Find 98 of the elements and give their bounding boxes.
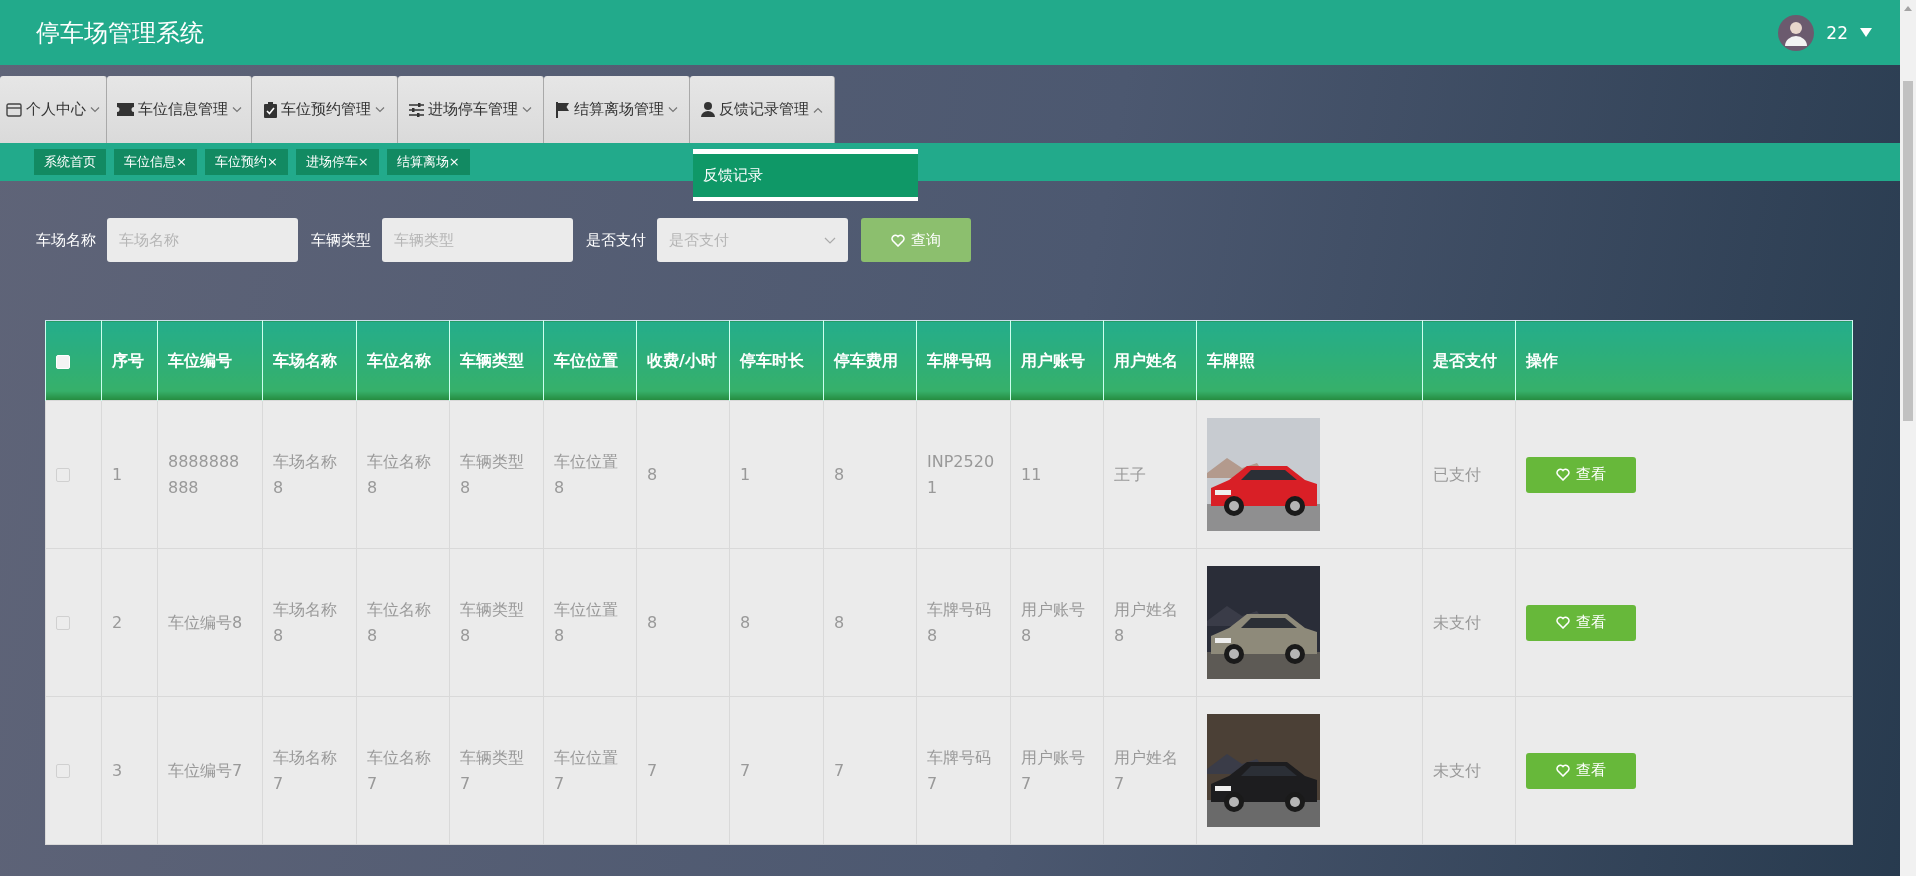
table-cell: 3 bbox=[112, 760, 123, 780]
view-button[interactable]: 查看 bbox=[1526, 604, 1636, 641]
table-cell: 车牌号码7 bbox=[927, 747, 991, 793]
column-header: 车位名称 bbox=[367, 351, 431, 370]
table-cell: 王子 bbox=[1114, 464, 1146, 484]
checkbox[interactable] bbox=[56, 468, 70, 482]
user-name[interactable]: 22 bbox=[1826, 22, 1848, 43]
checkbox[interactable] bbox=[56, 616, 70, 630]
view-button[interactable]: 查看 bbox=[1526, 752, 1636, 789]
table-cell: 车位名称8 bbox=[367, 451, 431, 497]
column-header: 是否支付 bbox=[1433, 351, 1497, 370]
table-cell: 用户姓名8 bbox=[1114, 599, 1178, 645]
chevron-icon bbox=[824, 236, 836, 244]
column-header: 车位编号 bbox=[168, 351, 232, 370]
field-label: 车辆类型 bbox=[311, 230, 371, 250]
table-cell: 已支付 bbox=[1433, 464, 1481, 484]
column-header: 操作 bbox=[1526, 351, 1558, 370]
table-cell: INP25201 bbox=[927, 451, 995, 497]
table-cell: 车牌号码8 bbox=[927, 599, 991, 645]
column-header: 用户账号 bbox=[1021, 351, 1085, 370]
flag-icon bbox=[555, 101, 570, 118]
table-cell: 未支付 bbox=[1433, 612, 1481, 632]
column-header: 车辆类型 bbox=[460, 351, 524, 370]
table-cell: 用户账号8 bbox=[1021, 599, 1085, 645]
menu-tab[interactable]: 结算离场管理 bbox=[544, 76, 690, 143]
page-tag[interactable]: 结算离场× bbox=[386, 149, 470, 175]
table-cell: 7 bbox=[834, 760, 845, 780]
avatar-icon[interactable] bbox=[1778, 14, 1815, 51]
chevron-icon bbox=[375, 106, 385, 113]
table-cell: 8 bbox=[834, 464, 845, 484]
clipboard-check-icon bbox=[264, 101, 277, 118]
table-cell: 未支付 bbox=[1433, 760, 1481, 780]
column-header: 收费/小时 bbox=[647, 351, 717, 370]
table-cell: 车位位置7 bbox=[554, 747, 618, 793]
table-cell: 车位名称7 bbox=[367, 747, 431, 793]
table-cell: 车位名称8 bbox=[367, 599, 431, 645]
chevron-icon bbox=[813, 106, 823, 113]
table-cell: 1 bbox=[740, 464, 751, 484]
page-tag[interactable]: 系统首页 bbox=[34, 149, 106, 175]
table-cell: 车辆类型8 bbox=[460, 451, 524, 497]
table-cell: 2 bbox=[112, 612, 123, 632]
table-cell: 7 bbox=[647, 760, 658, 780]
table-cell: 车场名称8 bbox=[273, 451, 337, 497]
caret-icon[interactable] bbox=[1860, 28, 1872, 37]
view-button[interactable]: 查看 bbox=[1526, 456, 1636, 493]
ticket-icon bbox=[116, 103, 134, 116]
table-cell: 车场名称8 bbox=[273, 599, 337, 645]
table-cell: 车位编号8 bbox=[168, 612, 243, 632]
table-cell: 用户账号7 bbox=[1021, 747, 1085, 793]
table-cell: 车辆类型7 bbox=[460, 747, 524, 793]
heart-icon bbox=[1556, 468, 1570, 481]
menu-tab[interactable]: 车位信息管理 bbox=[107, 76, 252, 143]
menu-tab[interactable]: 反馈记录管理 bbox=[690, 76, 835, 143]
table-cell: 车位位置8 bbox=[554, 451, 618, 497]
table-cell: 8 bbox=[647, 464, 658, 484]
table-cell: 8888888888 bbox=[168, 451, 240, 497]
menu-tab[interactable]: 进场停车管理 bbox=[398, 76, 544, 143]
scrollbar-thumb[interactable] bbox=[1903, 81, 1913, 421]
dropdown-item[interactable]: 反馈记录 bbox=[693, 154, 918, 197]
checkbox[interactable] bbox=[56, 764, 70, 778]
chevron-icon bbox=[231, 106, 242, 113]
sliders-icon bbox=[409, 102, 424, 117]
menu-tab[interactable]: 车位预约管理 bbox=[252, 76, 398, 143]
table-cell: 车位位置8 bbox=[554, 599, 618, 645]
chevron-icon bbox=[667, 106, 678, 113]
heart-icon bbox=[1556, 764, 1570, 777]
column-header: 车场名称 bbox=[273, 351, 337, 370]
column-header: 停车时长 bbox=[740, 351, 804, 370]
chevron-icon bbox=[522, 106, 532, 113]
column-header: 车牌号码 bbox=[927, 351, 991, 370]
column-header: 停车费用 bbox=[834, 351, 898, 370]
card-icon bbox=[6, 102, 22, 117]
field-label: 是否支付 bbox=[586, 230, 646, 250]
column-header: 车位位置 bbox=[554, 351, 618, 370]
page-tag[interactable]: 车位预约× bbox=[204, 149, 288, 175]
table-cell: 1 bbox=[112, 464, 123, 484]
table-cell: 8 bbox=[647, 612, 658, 632]
table-cell: 车辆类型8 bbox=[460, 599, 524, 645]
page-tag[interactable]: 进场停车× bbox=[295, 149, 379, 175]
menu-tab[interactable]: 个人中心 bbox=[0, 76, 107, 143]
table-cell: 车场名称7 bbox=[273, 747, 337, 793]
user-icon bbox=[701, 102, 715, 117]
scroll-up-icon[interactable] bbox=[1904, 6, 1912, 11]
table-cell: 8 bbox=[740, 612, 751, 632]
column-header: 序号 bbox=[112, 351, 144, 370]
field-label: 车场名称 bbox=[36, 230, 96, 250]
column-header: 车牌照 bbox=[1207, 351, 1255, 370]
heart-icon bbox=[891, 233, 905, 247]
app-title: 停车场管理系统 bbox=[36, 17, 205, 49]
chevron-icon bbox=[90, 106, 100, 113]
column-header: 用户姓名 bbox=[1114, 351, 1178, 370]
table-cell: 7 bbox=[740, 760, 751, 780]
table-cell: 11 bbox=[1021, 464, 1042, 484]
page-tag[interactable]: 车位信息× bbox=[114, 149, 197, 175]
table-cell: 8 bbox=[834, 612, 845, 632]
heart-icon bbox=[1556, 616, 1570, 629]
table-cell: 车位编号7 bbox=[168, 760, 243, 780]
table-cell: 用户姓名7 bbox=[1114, 747, 1178, 793]
